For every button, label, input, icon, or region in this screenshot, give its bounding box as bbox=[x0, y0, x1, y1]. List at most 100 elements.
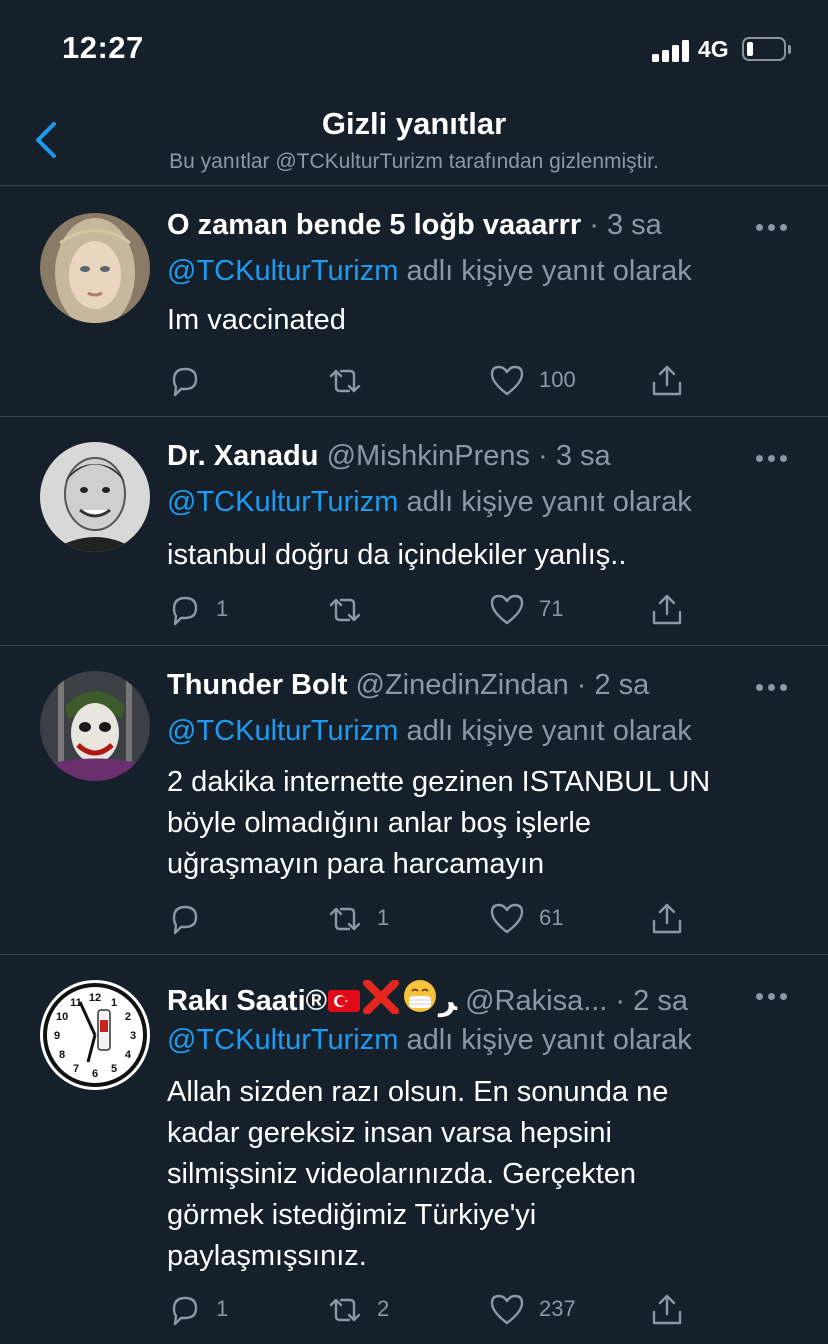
mention-link[interactable]: @TCKulturTurizm bbox=[167, 1024, 398, 1056]
user-handle[interactable]: @MishkinPrens bbox=[327, 440, 531, 472]
heart-icon bbox=[490, 594, 524, 625]
like-count: 61 bbox=[539, 905, 564, 930]
reply-item[interactable]: 12 1 2 3 4 5 6 7 8 9 10 11 Rakı Saati® ﺮ @Rakisa... … bbox=[0, 956, 828, 1344]
heart-icon bbox=[490, 903, 524, 934]
action-bar: 100 bbox=[0, 361, 828, 401]
retweet-icon bbox=[329, 598, 361, 622]
like-count: 71 bbox=[539, 596, 564, 621]
reply-icon bbox=[172, 905, 198, 935]
avatar[interactable] bbox=[40, 442, 150, 552]
turkey-flag-emoji bbox=[327, 988, 361, 1018]
timestamp: 2 sa bbox=[594, 669, 650, 701]
clock-number: 3 bbox=[130, 1030, 136, 1042]
share-icon bbox=[652, 365, 682, 396]
timestamp: 3 sa bbox=[606, 209, 662, 241]
reply-context: @TCKulturTurizm adlı kişiye yanıt olarak bbox=[167, 486, 692, 519]
avatar-bw-man bbox=[40, 442, 150, 552]
reply-count: 1 bbox=[216, 1296, 229, 1321]
header: Gizli yanıtlar Bu yanıtlar @TCKulturTuri… bbox=[0, 96, 828, 186]
reply-item[interactable]: O zaman bende 5 loğb vaaarrr · 3 sa @TCK… bbox=[0, 187, 828, 417]
signal-icon bbox=[652, 38, 692, 62]
avatar[interactable]: 12 1 2 3 4 5 6 7 8 9 10 11 bbox=[40, 980, 150, 1090]
clock-number: 1 bbox=[111, 997, 117, 1009]
like-count: 237 bbox=[539, 1296, 576, 1321]
more-options-icon[interactable] bbox=[752, 675, 792, 699]
mention-link[interactable]: @TCKulturTurizm bbox=[167, 255, 398, 287]
reply-header: Dr. Xanadu @MishkinPrens · 3 sa bbox=[167, 440, 611, 472]
display-name-suffix: ﺮ bbox=[439, 985, 458, 1017]
share-icon bbox=[652, 1294, 682, 1325]
reply-text-line: Allah sizden razı olsun. En sonunda ne bbox=[167, 1076, 669, 1108]
retweet-icon bbox=[329, 907, 361, 931]
status-bar: 12:27 4G bbox=[0, 0, 828, 96]
user-handle[interactable]: @ZinedinZindan bbox=[355, 669, 568, 701]
display-name[interactable]: Rakı Saati® bbox=[167, 985, 327, 1017]
more-options-icon[interactable] bbox=[752, 984, 792, 1008]
reply-context-label: adlı kişiye yanıt olarak bbox=[406, 486, 692, 518]
mention-link[interactable]: @TCKulturTurizm bbox=[167, 715, 398, 747]
retweet-count: 1 bbox=[377, 905, 390, 930]
reply-text-line: böyle olmadığını anlar boş işlerle bbox=[167, 807, 591, 839]
reply-context: @TCKulturTurizm adlı kişiye yanıt olarak bbox=[167, 715, 692, 748]
reply-text-line: uğraşmayın para harcamayın bbox=[167, 848, 545, 880]
reply-text-line: silmişsiniz videolarınızda. Gerçekten bbox=[167, 1158, 637, 1190]
heart-icon bbox=[490, 365, 524, 396]
mention-link[interactable]: @TCKulturTurizm bbox=[167, 486, 398, 518]
retweet-icon bbox=[329, 1298, 361, 1322]
display-name[interactable]: Thunder Bolt bbox=[167, 669, 347, 701]
clock-number: 4 bbox=[125, 1049, 132, 1061]
reply-context-label: adlı kişiye yanıt olarak bbox=[406, 1024, 692, 1056]
avatar[interactable] bbox=[40, 213, 150, 323]
reply-text: Im vaccinated bbox=[167, 304, 346, 336]
reply-icon bbox=[172, 1296, 198, 1326]
reply-text-line: kadar gereksiz insan varsa hepsini bbox=[167, 1117, 612, 1149]
timestamp: 2 sa bbox=[633, 985, 688, 1017]
retweet-icon bbox=[329, 369, 361, 393]
clock-number: 10 bbox=[56, 1011, 68, 1023]
reply-header: Thunder Bolt @ZinedinZindan · 2 sa bbox=[167, 669, 650, 701]
avatar[interactable] bbox=[40, 671, 150, 781]
reply-context-label: adlı kişiye yanıt olarak bbox=[406, 715, 692, 747]
reply-context: @TCKulturTurizm adlı kişiye yanıt olarak bbox=[167, 255, 692, 288]
clock-number: 7 bbox=[73, 1063, 79, 1075]
reply-item[interactable]: Thunder Bolt @ZinedinZindan · 2 sa @TCKu… bbox=[0, 647, 828, 955]
share-icon bbox=[652, 594, 682, 625]
reply-header: O zaman bende 5 loğb vaaarrr · 3 sa bbox=[167, 209, 662, 241]
reply-item[interactable]: Dr. Xanadu @MishkinPrens · 3 sa @TCKultu… bbox=[0, 418, 828, 646]
page-subtitle: Bu yanıtlar @TCKulturTurizm tarafından g… bbox=[169, 150, 659, 173]
share-icon bbox=[652, 903, 682, 934]
avatar-clock: 12 1234567891011 bbox=[40, 980, 150, 1090]
more-options-icon[interactable] bbox=[752, 446, 792, 470]
more-options-icon[interactable] bbox=[752, 215, 792, 239]
action-bar: 1 61 bbox=[0, 899, 828, 939]
reply-header: Rakı Saati® ﺮ @Rakisa... · 2 sa bbox=[167, 978, 747, 1018]
page-title: Gizli yanıtlar bbox=[321, 106, 507, 141]
mask-face-emoji bbox=[401, 978, 439, 1018]
reply-text-line: görmek istediğimiz Türkiye'yi bbox=[167, 1199, 537, 1231]
reply-icon bbox=[172, 596, 198, 626]
status-time: 12:27 bbox=[62, 30, 144, 65]
timestamp: 3 sa bbox=[555, 440, 611, 472]
action-bar: 1 2 237 bbox=[0, 1290, 828, 1330]
reply-context-label: adlı kişiye yanıt olarak bbox=[406, 255, 692, 287]
retweet-count: 2 bbox=[377, 1296, 390, 1321]
clock-number: 2 bbox=[125, 1011, 131, 1023]
clock-number: 6 bbox=[92, 1068, 98, 1080]
reply-text: 2 dakika internette gezinen ISTANBUL UN … bbox=[167, 762, 787, 885]
display-name[interactable]: Dr. Xanadu bbox=[167, 440, 319, 472]
reply-text: istanbul doğru da içindekiler yanlış.. bbox=[167, 539, 627, 571]
clock-number: 8 bbox=[59, 1049, 65, 1061]
clock-number: 12 bbox=[89, 992, 101, 1004]
reply-text: Allah sizden razı olsun. En sonunda ne k… bbox=[167, 1072, 787, 1277]
cross-mark-emoji bbox=[361, 979, 401, 1018]
battery-icon bbox=[742, 37, 786, 61]
battery-tip bbox=[788, 45, 791, 54]
action-bar: 1 71 bbox=[0, 590, 828, 630]
reply-count: 1 bbox=[216, 596, 229, 621]
avatar-joker bbox=[40, 671, 150, 781]
display-name[interactable]: O zaman bende 5 loğb vaaarrr bbox=[167, 209, 581, 241]
clock-number: 9 bbox=[54, 1030, 60, 1042]
user-handle[interactable]: @Rakisa... bbox=[465, 985, 607, 1017]
reply-text-line: 2 dakika internette gezinen ISTANBUL UN bbox=[167, 766, 711, 798]
network-type: 4G bbox=[698, 36, 729, 62]
